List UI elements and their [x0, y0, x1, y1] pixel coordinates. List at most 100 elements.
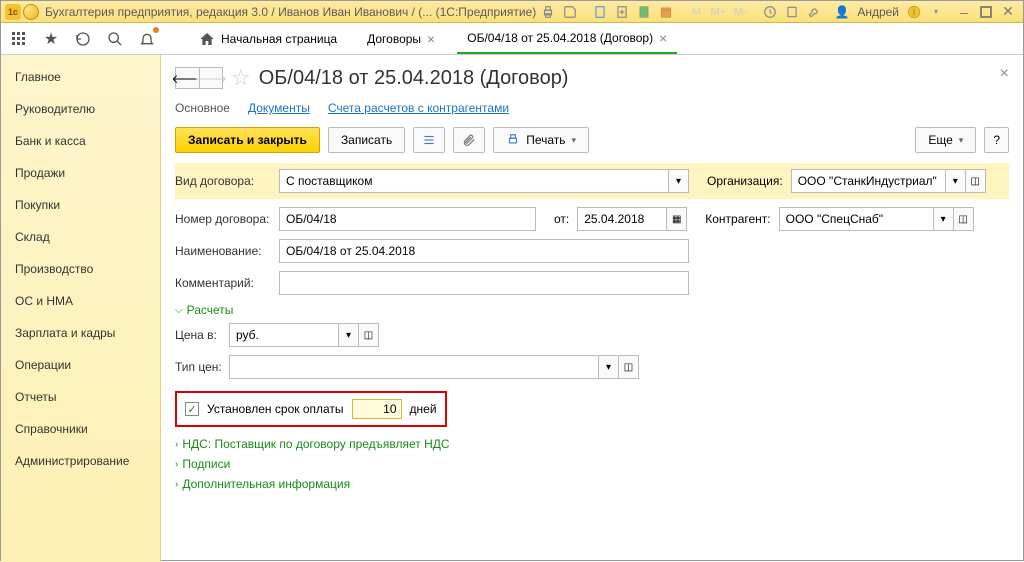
contract-type-label: Вид договора: — [175, 174, 279, 188]
num-label: Номер договора: — [175, 212, 279, 226]
bell-icon[interactable] — [137, 29, 157, 49]
num-input[interactable] — [279, 207, 536, 231]
main-content: × 🡐 🡒 ☆ ОБ/04/18 от 25.04.2018 (Договор)… — [161, 55, 1023, 562]
doc-icon[interactable] — [591, 4, 609, 20]
name-input[interactable] — [279, 239, 689, 263]
sidebar-item-sales[interactable]: Продажи — [1, 157, 160, 189]
counter-label: Контрагент: — [705, 212, 770, 226]
wrench-icon[interactable] — [805, 4, 823, 20]
minimize-icon[interactable]: – — [955, 4, 973, 20]
sidebar-item-operations[interactable]: Операции — [1, 349, 160, 381]
sidebar-item-reports[interactable]: Отчеты — [1, 381, 160, 413]
close-icon[interactable]: × — [427, 31, 435, 47]
calendar-picker-icon[interactable]: ▦ — [667, 207, 687, 231]
sidebar-item-refs[interactable]: Справочники — [1, 413, 160, 445]
close-icon[interactable]: × — [659, 30, 667, 46]
org-input[interactable] — [791, 169, 946, 193]
calendar-icon[interactable] — [657, 4, 675, 20]
price-input[interactable] — [229, 323, 339, 347]
close-window-icon[interactable]: ✕ — [999, 4, 1017, 20]
book-icon[interactable] — [783, 4, 801, 20]
dropdown-icon[interactable]: ▾ — [946, 169, 966, 193]
open-icon[interactable]: ◫ — [954, 207, 974, 231]
subtab-docs[interactable]: Документы — [248, 101, 310, 115]
sidebar-item-warehouse[interactable]: Склад — [1, 221, 160, 253]
window-title: Бухгалтерия предприятия, редакция 3.0 / … — [45, 5, 536, 19]
type-label: Тип цен: — [175, 360, 229, 374]
user-name: Андрей — [857, 5, 899, 19]
sidebar-item-purchases[interactable]: Покупки — [1, 189, 160, 221]
term-days-input[interactable] — [352, 399, 402, 419]
close-page-icon[interactable]: × — [1000, 65, 1009, 83]
term-checkbox[interactable]: ✓ — [185, 402, 199, 416]
vat-expander[interactable]: ›НДС: Поставщик по договору предъявляет … — [175, 437, 1009, 451]
list-button[interactable] — [413, 127, 445, 153]
save-icon[interactable] — [561, 4, 579, 20]
dropdown-icon[interactable]: ▾ — [599, 355, 619, 379]
sidebar-item-assets[interactable]: ОС и НМА — [1, 285, 160, 317]
m-plus-btn[interactable]: M+ — [709, 4, 727, 20]
info-icon[interactable]: i — [905, 4, 923, 20]
history-icon[interactable] — [73, 29, 93, 49]
star-icon[interactable]: ★ — [41, 29, 61, 49]
sidebar-item-salary[interactable]: Зарплата и кадры — [1, 317, 160, 349]
payment-term-highlight: ✓ Установлен срок оплаты дней — [175, 391, 447, 427]
sign-expander[interactable]: ›Подписи — [175, 457, 1009, 471]
maximize-icon[interactable] — [977, 4, 995, 20]
comment-label: Комментарий: — [175, 276, 279, 290]
term-unit-label: дней — [410, 402, 437, 416]
attach-button[interactable] — [453, 127, 485, 153]
clock-icon[interactable] — [761, 4, 779, 20]
chevron-right-icon: › — [175, 439, 178, 450]
m-minus-btn[interactable]: M- — [731, 4, 749, 20]
counter-input[interactable] — [779, 207, 934, 231]
contract-type-input[interactable] — [279, 169, 669, 193]
type-input[interactable] — [229, 355, 599, 379]
date-input[interactable] — [577, 207, 667, 231]
subtab-main[interactable]: Основное — [175, 101, 230, 115]
dropdown-icon[interactable]: ▾ — [669, 169, 689, 193]
open-icon[interactable]: ◫ — [966, 169, 986, 193]
sidebar: Главное Руководителю Банк и касса Продаж… — [1, 55, 161, 562]
open-icon[interactable]: ◫ — [619, 355, 639, 379]
sidebar-item-admin[interactable]: Администрирование — [1, 445, 160, 477]
sidebar-item-main[interactable]: Главное — [1, 61, 160, 93]
sidebar-item-manager[interactable]: Руководителю — [1, 93, 160, 125]
calc-expander[interactable]: ⌵Расчеты — [175, 303, 1009, 317]
tab-contract-doc[interactable]: ОБ/04/18 от 25.04.2018 (Договор) × — [457, 24, 677, 54]
print-button[interactable]: Печать▾ — [493, 127, 589, 153]
comment-input[interactable] — [279, 271, 689, 295]
home-icon — [199, 31, 215, 47]
favorite-star-icon[interactable]: ☆ — [231, 65, 251, 91]
dropdown-icon[interactable]: ▾ — [934, 207, 954, 231]
nav-forward-button[interactable]: 🡒 — [199, 67, 223, 89]
print-icon[interactable] — [539, 4, 557, 20]
subtab-accounts[interactable]: Счета расчетов с контрагентами — [328, 101, 509, 115]
app-logo-icon: 1c — [5, 4, 21, 20]
addl-expander[interactable]: ›Дополнительная информация — [175, 477, 1009, 491]
apps-icon[interactable] — [9, 29, 29, 49]
home-tab[interactable]: Начальная страница — [191, 25, 345, 53]
save-button[interactable]: Записать — [328, 127, 405, 153]
m-btn[interactable]: M — [687, 4, 705, 20]
main-toolbar: ★ Начальная страница Договоры × ОБ/04/18… — [1, 23, 1023, 55]
home-label: Начальная страница — [221, 32, 337, 46]
user-icon: 👤 — [833, 4, 851, 20]
dropdown-orb-icon[interactable] — [23, 4, 39, 20]
help-button[interactable]: ? — [984, 127, 1009, 153]
name-label: Наименование: — [175, 244, 279, 258]
open-icon[interactable]: ◫ — [359, 323, 379, 347]
sidebar-item-production[interactable]: Производство — [1, 253, 160, 285]
save-close-button[interactable]: Записать и закрыть — [175, 127, 320, 153]
info-drop-icon[interactable]: ▾ — [927, 4, 945, 20]
doc-out-icon[interactable] — [613, 4, 631, 20]
sidebar-item-bank[interactable]: Банк и касса — [1, 125, 160, 157]
calc-icon[interactable] — [635, 4, 653, 20]
title-bar: 1c Бухгалтерия предприятия, редакция 3.0… — [1, 1, 1023, 23]
tab-contracts[interactable]: Договоры × — [357, 25, 445, 53]
more-button[interactable]: Еще▾ — [915, 127, 976, 153]
search-icon[interactable] — [105, 29, 125, 49]
chevron-right-icon: › — [175, 459, 178, 470]
price-label: Цена в: — [175, 328, 229, 342]
dropdown-icon[interactable]: ▾ — [339, 323, 359, 347]
